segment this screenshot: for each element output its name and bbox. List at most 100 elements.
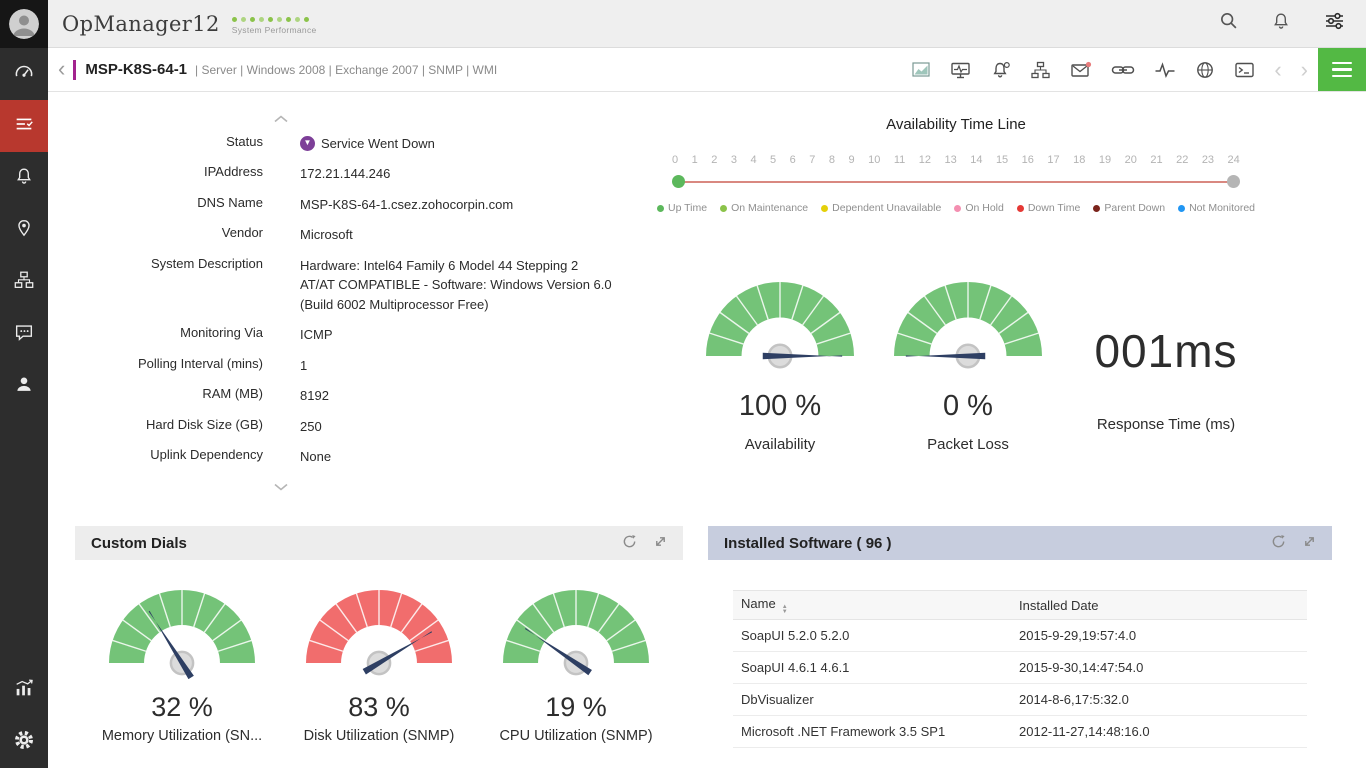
detail-label: Status xyxy=(78,134,263,154)
detail-label: Monitoring Via xyxy=(78,325,263,345)
dial-label: Disk Utilization (SNMP) xyxy=(284,728,474,744)
detail-value: ICMP xyxy=(300,325,643,345)
device-name: MSP-K8S-64-1 xyxy=(85,61,187,78)
custom-dial: 32 % Memory Utilization (SN... xyxy=(87,586,277,744)
logo-dots xyxy=(232,17,317,22)
next-chevron-icon[interactable]: › xyxy=(1301,59,1308,81)
sidebar-item-settings[interactable] xyxy=(0,716,48,768)
detail-rows: IPAddress 172.21.144.246 DNS Name MSP-K8… xyxy=(78,159,643,473)
sidebar-item-infrastructure[interactable] xyxy=(0,256,48,308)
scroll-up-icon[interactable] xyxy=(274,110,643,128)
legend-dot xyxy=(720,205,727,212)
dial-value: 19 % xyxy=(481,692,671,723)
terminal-icon[interactable] xyxy=(1234,60,1255,80)
avatar xyxy=(9,9,39,39)
legend-label: Down Time xyxy=(1028,202,1081,214)
monitor-graph-icon[interactable] xyxy=(950,60,971,80)
detail-row: Hard Disk Size (GB) 250 xyxy=(78,411,643,442)
dial-gauge xyxy=(87,586,277,684)
status-text: Service Went Down xyxy=(321,134,435,154)
dial-value: 32 % xyxy=(87,692,277,723)
hour-label: 0 xyxy=(672,154,678,166)
sidebar-item-dashboard[interactable] xyxy=(0,48,48,100)
scroll-down-icon[interactable] xyxy=(274,478,643,496)
menu-button[interactable] xyxy=(1318,48,1366,91)
user-avatar[interactable] xyxy=(0,0,48,48)
back-chevron-icon[interactable]: ‹ xyxy=(58,58,65,80)
legend-label: On Hold xyxy=(965,202,1004,214)
hour-label: 16 xyxy=(1022,154,1034,166)
hour-label: 15 xyxy=(996,154,1008,166)
column-header-name[interactable]: Name▲▼ xyxy=(741,596,1019,615)
software-name: SoapUI 5.2.0 5.2.0 xyxy=(741,628,1019,643)
settings-sliders-icon[interactable] xyxy=(1322,9,1346,38)
refresh-icon[interactable] xyxy=(622,534,637,553)
detail-label: RAM (MB) xyxy=(78,386,263,406)
sidebar-item-users[interactable] xyxy=(0,360,48,412)
device-details: Status ▼ Service Went Down IPAddress 172… xyxy=(78,110,643,496)
expand-icon[interactable] xyxy=(654,535,667,552)
hour-label: 5 xyxy=(770,154,776,166)
detail-value: 1 xyxy=(300,356,643,376)
detail-value: 250 xyxy=(300,417,643,437)
opmanager-app: OpManager12 System Performance ‹ MSP-K8S… xyxy=(0,0,1366,768)
sidebar-item-alarms[interactable] xyxy=(0,152,48,204)
detail-row: RAM (MB) 8192 xyxy=(78,381,643,412)
table-row[interactable]: Microsoft .NET Framework 3.5 SP1 2012-11… xyxy=(733,716,1307,748)
legend-item: On Maintenance xyxy=(720,202,808,214)
column-header-date[interactable]: Installed Date xyxy=(1019,598,1299,613)
detail-label: Vendor xyxy=(78,225,263,245)
software-date: 2015-9-29,19:57:4.0 xyxy=(1019,628,1299,643)
hour-label: 21 xyxy=(1150,154,1162,166)
response-time-label: Response Time (ms) xyxy=(1056,416,1276,433)
legend-item: Dependent Unavailable xyxy=(821,202,941,214)
hour-label: 3 xyxy=(731,154,737,166)
refresh-icon[interactable] xyxy=(1271,534,1286,553)
globe-icon[interactable] xyxy=(1195,60,1215,80)
packet-loss-value: 0 % xyxy=(888,390,1048,423)
detail-row: DNS Name MSP-K8S-64-1.csez.zohocorpin.co… xyxy=(78,189,643,220)
detail-row: Vendor Microsoft xyxy=(78,220,643,251)
legend-item: Up Time xyxy=(657,202,707,214)
sidebar-item-maps[interactable] xyxy=(0,204,48,256)
sidebar xyxy=(0,0,48,768)
search-icon[interactable] xyxy=(1218,10,1240,37)
mail-icon[interactable] xyxy=(1070,60,1092,80)
sidebar-item-reports[interactable] xyxy=(0,664,48,716)
hour-label: 7 xyxy=(809,154,815,166)
hour-label: 9 xyxy=(848,154,854,166)
hour-label: 10 xyxy=(868,154,880,166)
table-row[interactable]: SoapUI 5.2.0 5.2.0 2015-9-29,19:57:4.0 xyxy=(733,620,1307,652)
table-row[interactable]: SoapUI 4.6.1 4.6.1 2015-9-30,14:47:54.0 xyxy=(733,652,1307,684)
hamburger-icon xyxy=(1332,62,1352,65)
detail-value: 8192 xyxy=(300,386,643,406)
custom-dials-title: Custom Dials xyxy=(91,535,187,552)
installed-software-title: Installed Software ( 96 ) xyxy=(724,535,892,552)
table-row[interactable]: DbVisualizer 2014-8-6,17:5:32.0 xyxy=(733,684,1307,716)
sidebar-item-support[interactable] xyxy=(0,308,48,360)
main-content: Status ▼ Service Went Down IPAddress 172… xyxy=(48,92,1366,768)
hour-label: 17 xyxy=(1047,154,1059,166)
notifications-bell-icon[interactable] xyxy=(1270,10,1292,37)
chat-icon xyxy=(13,321,35,348)
slider-end-handle[interactable] xyxy=(1227,175,1240,188)
legend-item: Parent Down xyxy=(1093,202,1165,214)
hour-label: 2 xyxy=(711,154,717,166)
sort-icon[interactable]: ▲▼ xyxy=(782,605,788,615)
panel-actions xyxy=(1271,534,1316,553)
device-tree-icon[interactable] xyxy=(1030,60,1051,80)
hour-label: 11 xyxy=(894,154,905,166)
expand-icon[interactable] xyxy=(1303,535,1316,552)
availability-timeline: Availability Time Line 01234567891011121… xyxy=(660,116,1252,214)
software-name: SoapUI 4.6.1 4.6.1 xyxy=(741,660,1019,675)
gear-icon xyxy=(12,728,36,757)
prev-chevron-icon[interactable]: ‹ xyxy=(1274,59,1281,81)
sidebar-item-inventory[interactable] xyxy=(0,100,48,152)
response-graph-icon[interactable] xyxy=(1154,60,1176,80)
performance-chart-icon[interactable] xyxy=(911,60,931,80)
link-icon[interactable] xyxy=(1111,60,1135,80)
hour-label: 24 xyxy=(1228,154,1240,166)
alarm-settings-icon[interactable] xyxy=(990,60,1011,80)
slider-start-handle[interactable] xyxy=(672,175,685,188)
availability-gauge-block: 100 % Availability xyxy=(700,278,860,453)
